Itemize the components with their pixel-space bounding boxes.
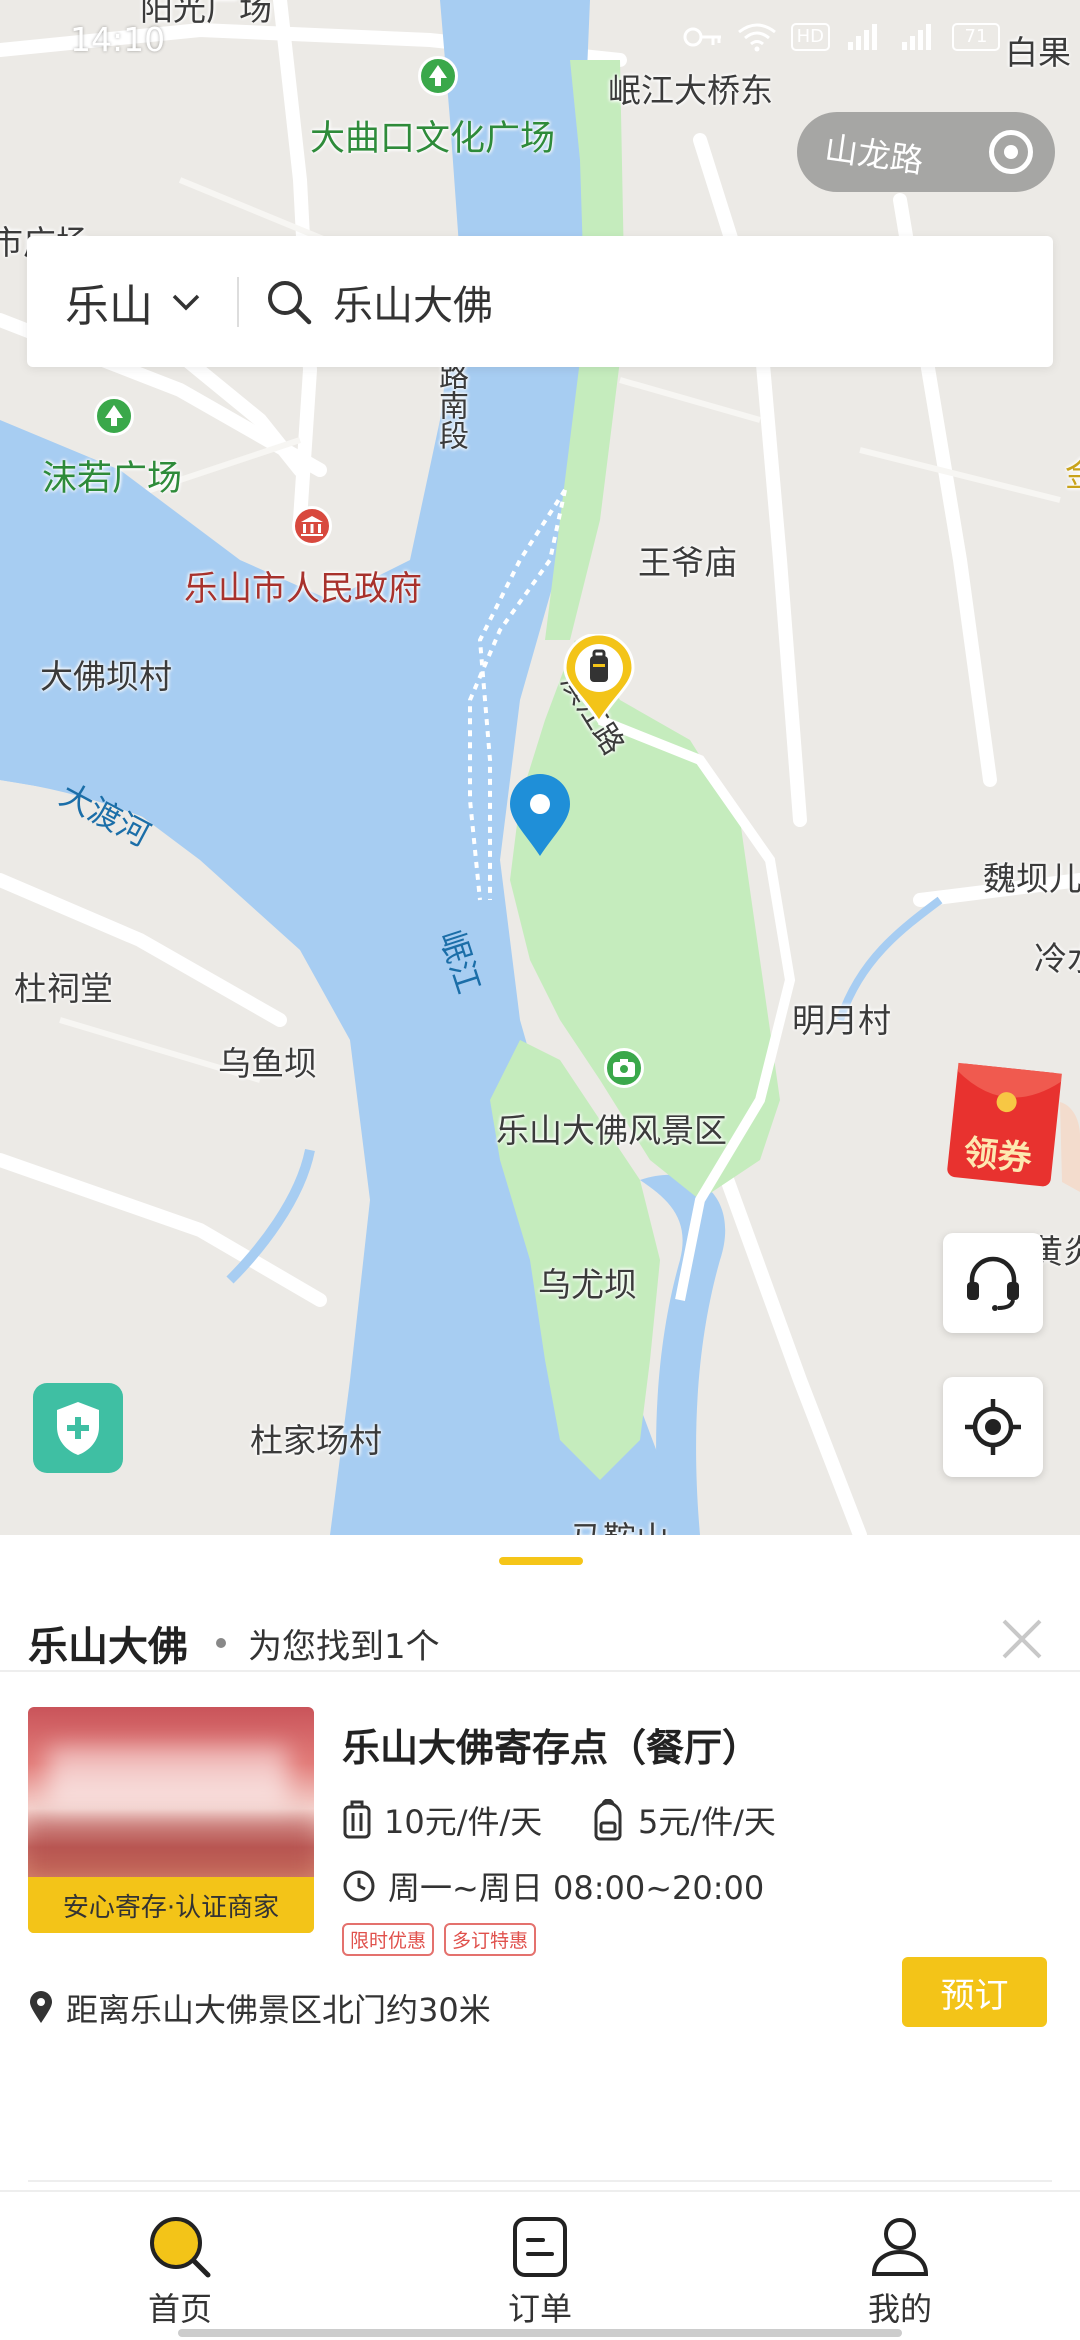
promo-tag: 多订特惠	[444, 1923, 537, 1956]
search-bar: 乐山 乐山大佛	[27, 236, 1053, 367]
locate-me-button[interactable]	[943, 1377, 1043, 1477]
tab-home[interactable]: 首页	[80, 2192, 280, 2340]
map-label-moruo: 沫若广场	[42, 459, 183, 499]
wifi-icon	[737, 23, 776, 52]
location-pin-icon[interactable]	[508, 774, 572, 858]
divider	[28, 2180, 1052, 2182]
hours-text: 周一~周日 08:00~20:00	[388, 1869, 765, 1907]
price-large-luggage: 10元/件/天	[342, 1797, 542, 1843]
status-icons: HD 71	[683, 22, 1000, 52]
battery-icon: 71	[952, 23, 1000, 51]
hd-icon: HD	[790, 23, 830, 51]
map-label-maanshan: 马鞍山	[570, 1512, 669, 1535]
separator-dot	[216, 1638, 226, 1648]
chevron-down-icon	[172, 294, 200, 310]
sheet-grabber[interactable]	[499, 1557, 583, 1565]
verified-badge: 安心寄存·认证商家	[28, 1877, 314, 1933]
tab-orders-label: 订单	[507, 2290, 572, 2328]
vpn-key-icon	[683, 27, 721, 47]
target-ring-icon	[989, 130, 1033, 174]
clock-icon	[343, 1870, 375, 1902]
luggage-pin-icon[interactable]	[563, 634, 635, 724]
price-small-luggage: 5元/件/天	[590, 1797, 776, 1843]
sheet-title: 乐山大佛	[28, 1624, 188, 1670]
shield-plus-icon	[57, 1402, 99, 1455]
tab-orders[interactable]: 订单	[440, 2192, 640, 2340]
backpack-icon	[594, 1799, 622, 1841]
map-label-dafoba: 大佛坝村	[40, 657, 172, 696]
tab-home-label: 首页	[147, 2290, 212, 2328]
map-label-wuyuba: 乌鱼坝	[218, 1044, 317, 1083]
suitcase-icon	[343, 1800, 371, 1839]
distance-info: 距离乐山大佛景区北门约30米	[28, 1985, 491, 2031]
coupon-label: 领券	[961, 1132, 1034, 1180]
map-pin-icon	[30, 1991, 52, 2023]
crosshair-icon	[965, 1399, 1021, 1455]
price-small-text: 5元/件/天	[638, 1803, 776, 1841]
map-label-dujiachang: 杜家场村	[250, 1421, 382, 1460]
results-sheet: 乐山大佛 为您找到1个 安心寄存·认证商家 乐山大佛寄存点（餐厅） 10元/件/…	[0, 1535, 1080, 2190]
status-time: 14:10	[70, 20, 166, 59]
map-label-mingyue: 明月村	[792, 1001, 891, 1040]
search-query: 乐山大佛	[333, 282, 493, 329]
city-name: 乐山	[65, 280, 153, 332]
map-label-lengshui: 冷水	[1034, 939, 1080, 978]
book-button[interactable]: 预订	[902, 1957, 1047, 2027]
divider	[0, 1670, 1080, 1672]
close-icon[interactable]	[992, 1609, 1052, 1669]
map-label-gov: 乐山市人民政府	[184, 569, 422, 609]
map-label-jin: 金	[1065, 448, 1080, 496]
search-input[interactable]: 乐山大佛	[239, 236, 1053, 367]
storage-result-card[interactable]: 安心寄存·认证商家 乐山大佛寄存点（餐厅） 10元/件/天 5元/件/天 周一~…	[0, 1695, 1080, 2182]
customer-service-button[interactable]	[943, 1233, 1043, 1333]
promo-tags: 限时优惠 多订特惠	[342, 1923, 537, 1956]
road-chip-label: 山龙路	[822, 128, 926, 181]
road-label-chip[interactable]: 山龙路	[797, 112, 1055, 192]
map-view[interactable]: 阳光广场 大曲口文化广场 岷江大桥东 白果 市广场 沫若广场 路南段 王爷庙 乐…	[0, 0, 1080, 1535]
signal-4g-icon	[902, 24, 931, 50]
tab-mine[interactable]: 我的	[800, 2192, 1000, 2340]
city-selector[interactable]: 乐山	[27, 236, 237, 367]
map-label-weiba: 魏坝儿	[983, 859, 1080, 898]
storage-thumbnail: 安心寄存·认证商家	[28, 1707, 314, 1933]
promo-tag: 限时优惠	[342, 1923, 435, 1956]
status-bar: 14:10 HD 71	[0, 0, 1080, 80]
distance-text: 距离乐山大佛景区北门约30米	[66, 1991, 491, 2029]
park-poi-icon[interactable]	[94, 396, 134, 436]
map-label-dusitang: 杜祠堂	[14, 969, 113, 1008]
search-icon	[268, 280, 312, 324]
map-label-scenic: 乐山大佛风景区	[496, 1111, 727, 1150]
price-large-text: 10元/件/天	[384, 1803, 543, 1841]
order-list-icon	[513, 2217, 567, 2277]
tab-mine-label: 我的	[867, 2290, 932, 2328]
home-indicator[interactable]	[178, 2329, 902, 2337]
map-label-lunan: 路南段	[433, 360, 468, 450]
result-count: 为您找到1个	[248, 1626, 440, 1667]
safety-shield-button[interactable]	[33, 1383, 123, 1473]
opening-hours: 周一~周日 08:00~20:00	[342, 1863, 764, 1909]
home-search-icon	[150, 2217, 211, 2278]
camera-poi-icon[interactable]	[604, 1048, 644, 1088]
headset-icon	[967, 1256, 1019, 1311]
app-root: 阳光广场 大曲口文化广场 岷江大桥东 白果 市广场 沫若广场 路南段 王爷庙 乐…	[0, 0, 1080, 2340]
coupon-button[interactable]: 领券	[944, 1062, 1080, 1192]
map-label-wangyemiao: 王爷庙	[638, 543, 737, 582]
map-label-wuyouba: 乌尤坝	[538, 1265, 637, 1304]
bottom-tab-bar: 首页 订单 我的	[0, 2190, 1080, 2340]
storage-name: 乐山大佛寄存点（餐厅）	[342, 1726, 761, 1770]
sheet-header: 乐山大佛 为您找到1个	[28, 1593, 1052, 1693]
map-label-daqukou: 大曲口文化广场	[310, 119, 556, 159]
government-poi-icon[interactable]	[292, 506, 332, 546]
user-icon	[871, 2218, 929, 2276]
signal-4g-icon	[848, 24, 877, 50]
